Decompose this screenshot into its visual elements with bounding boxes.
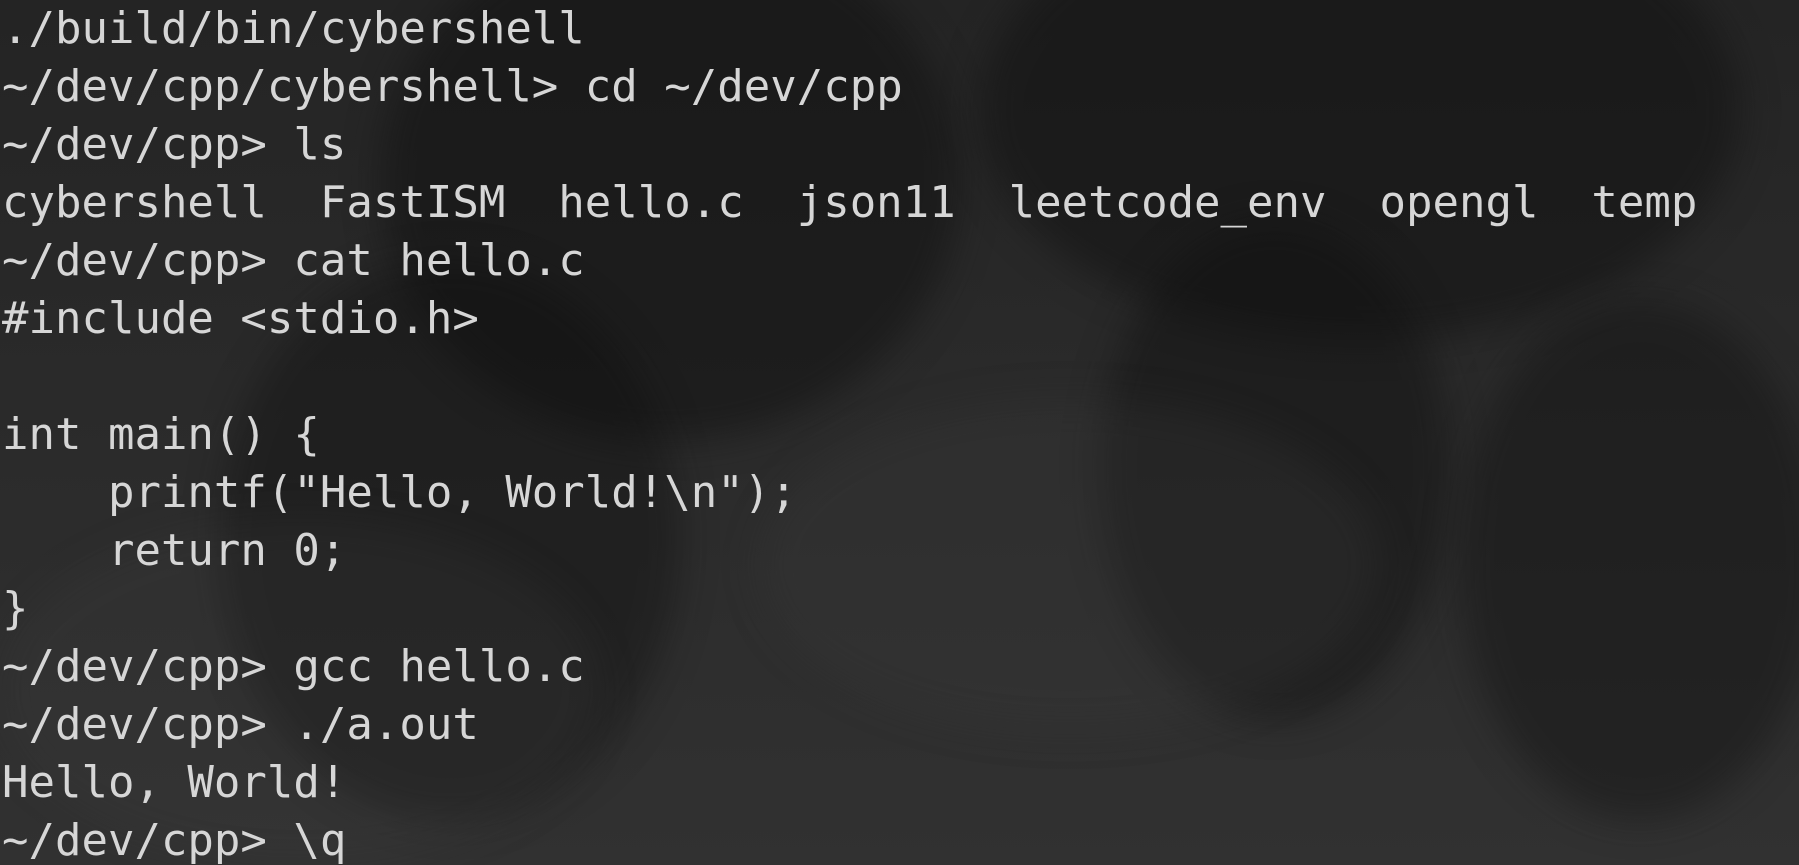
line-text: cd ~/dev/cpp: [584, 61, 903, 112]
line-text: gcc hello.c: [293, 641, 585, 692]
line-text: ls: [293, 119, 347, 170]
prompt: ~/dev/cpp>: [2, 815, 294, 865]
terminal-line: }: [2, 580, 1799, 638]
line-text: Hello, World!: [2, 757, 347, 808]
terminal-line: ./build/bin/cybershell: [2, 0, 1799, 58]
prompt: ~/dev/cpp>: [2, 641, 294, 692]
line-text: }: [2, 583, 29, 634]
command-input[interactable]: \q: [293, 815, 346, 865]
prompt: ~/dev/cpp>: [2, 119, 294, 170]
line-text: cybershell FastISM hello.c json11 leetco…: [2, 177, 1698, 228]
terminal-line: return 0;: [2, 522, 1799, 580]
terminal-line: ~/dev/cpp> ./a.out: [2, 696, 1799, 754]
terminal-line: ~/dev/cpp> gcc hello.c: [2, 638, 1799, 696]
terminal-line: Hello, World!: [2, 754, 1799, 812]
line-text: printf("Hello, World!\n");: [2, 467, 797, 518]
terminal-line: cybershell FastISM hello.c json11 leetco…: [2, 174, 1799, 232]
prompt: ~/dev/cpp/cybershell>: [2, 61, 585, 112]
line-text: return 0;: [2, 525, 347, 576]
line-text: #include <stdio.h>: [2, 293, 479, 344]
prompt: ~/dev/cpp>: [2, 235, 294, 286]
line-text: cat hello.c: [293, 235, 585, 286]
terminal-output[interactable]: ./build/bin/cybershell ~/dev/cpp/cybersh…: [0, 0, 1799, 865]
prompt: ~/dev/cpp>: [2, 699, 294, 750]
terminal-line: int main() {: [2, 406, 1799, 464]
terminal-line: printf("Hello, World!\n");: [2, 464, 1799, 522]
line-text: ./build/bin/cybershell: [2, 3, 585, 54]
terminal-line: #include <stdio.h>: [2, 290, 1799, 348]
line-text: int main() {: [2, 409, 320, 460]
terminal-line: ~/dev/cpp> cat hello.c: [2, 232, 1799, 290]
line-text: ./a.out: [293, 699, 479, 750]
terminal-line[interactable]: ~/dev/cpp> \q: [2, 812, 1799, 865]
terminal-window[interactable]: ./build/bin/cybershell ~/dev/cpp/cybersh…: [0, 0, 1799, 865]
terminal-line: ~/dev/cpp> ls: [2, 116, 1799, 174]
terminal-line: ~/dev/cpp/cybershell> cd ~/dev/cpp: [2, 58, 1799, 116]
